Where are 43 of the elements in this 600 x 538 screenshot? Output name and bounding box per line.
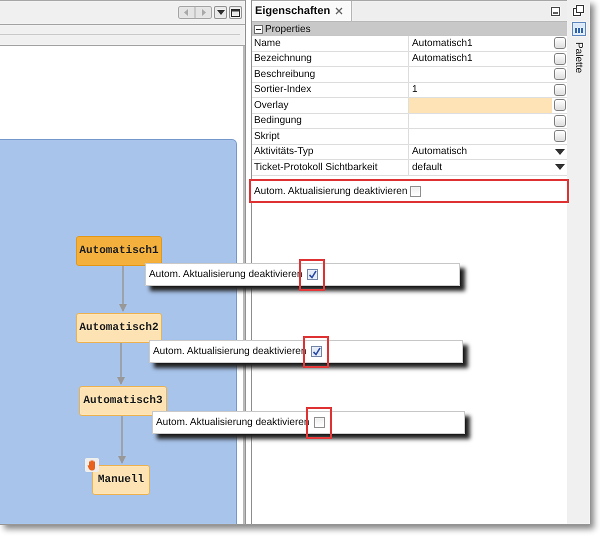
browse-button[interactable]	[554, 84, 566, 96]
property-name: Sortier-Index	[252, 82, 409, 97]
property-name: Aktivitäts-Typ	[252, 144, 409, 159]
property-name: Bezeichnung	[252, 52, 409, 66]
properties-tab[interactable]: Eigenschaften	[252, 1, 352, 21]
property-value[interactable]: Automatisch1	[409, 52, 552, 66]
browse-button[interactable]	[554, 37, 566, 50]
dropdown-button[interactable]	[214, 6, 227, 19]
close-icon[interactable]	[335, 7, 344, 15]
browse-button[interactable]	[554, 114, 566, 127]
restore-icon[interactable]	[573, 5, 584, 16]
browse-button[interactable]	[554, 130, 566, 142]
caret-icon	[216, 10, 224, 15]
property-name: Skript	[252, 129, 409, 144]
section-title: Properties	[265, 24, 311, 34]
browse-button[interactable]	[554, 68, 566, 80]
connector-arrow	[118, 416, 126, 464]
palette-icon[interactable]	[572, 22, 586, 36]
palette-label[interactable]: Palette	[573, 42, 584, 74]
property-value[interactable]: Automatisch1	[409, 36, 552, 50]
hand-icon	[85, 458, 99, 472]
checkbox[interactable]	[410, 186, 420, 196]
property-value[interactable]: 1	[409, 82, 552, 97]
collapse-icon[interactable]	[254, 24, 263, 34]
maximize-button[interactable]	[229, 6, 242, 19]
property-value[interactable]: default	[409, 160, 552, 174]
checkbox[interactable]	[306, 269, 318, 280]
checkbox[interactable]	[310, 346, 322, 357]
browse-button[interactable]	[554, 52, 566, 65]
property-name: Ticket-Protokoll Sichtbarkeit	[252, 160, 409, 174]
activity-node[interactable]: Automatisch2	[76, 313, 162, 343]
property-value[interactable]: Automatisch	[409, 144, 552, 159]
minimize-button[interactable]	[551, 5, 563, 17]
activity-node[interactable]: Manuell	[92, 465, 150, 495]
property-name: Name	[252, 36, 409, 50]
checkbox[interactable]	[314, 417, 324, 428]
property-name: Bedingung	[252, 114, 409, 128]
activity-node[interactable]: Automatisch3	[79, 386, 167, 416]
activity-node[interactable]: Automatisch1	[76, 236, 162, 266]
connector-arrow	[117, 343, 125, 385]
browse-button[interactable]	[554, 99, 566, 112]
property-name: Beschreibung	[252, 67, 409, 82]
connector-arrow	[119, 266, 127, 312]
